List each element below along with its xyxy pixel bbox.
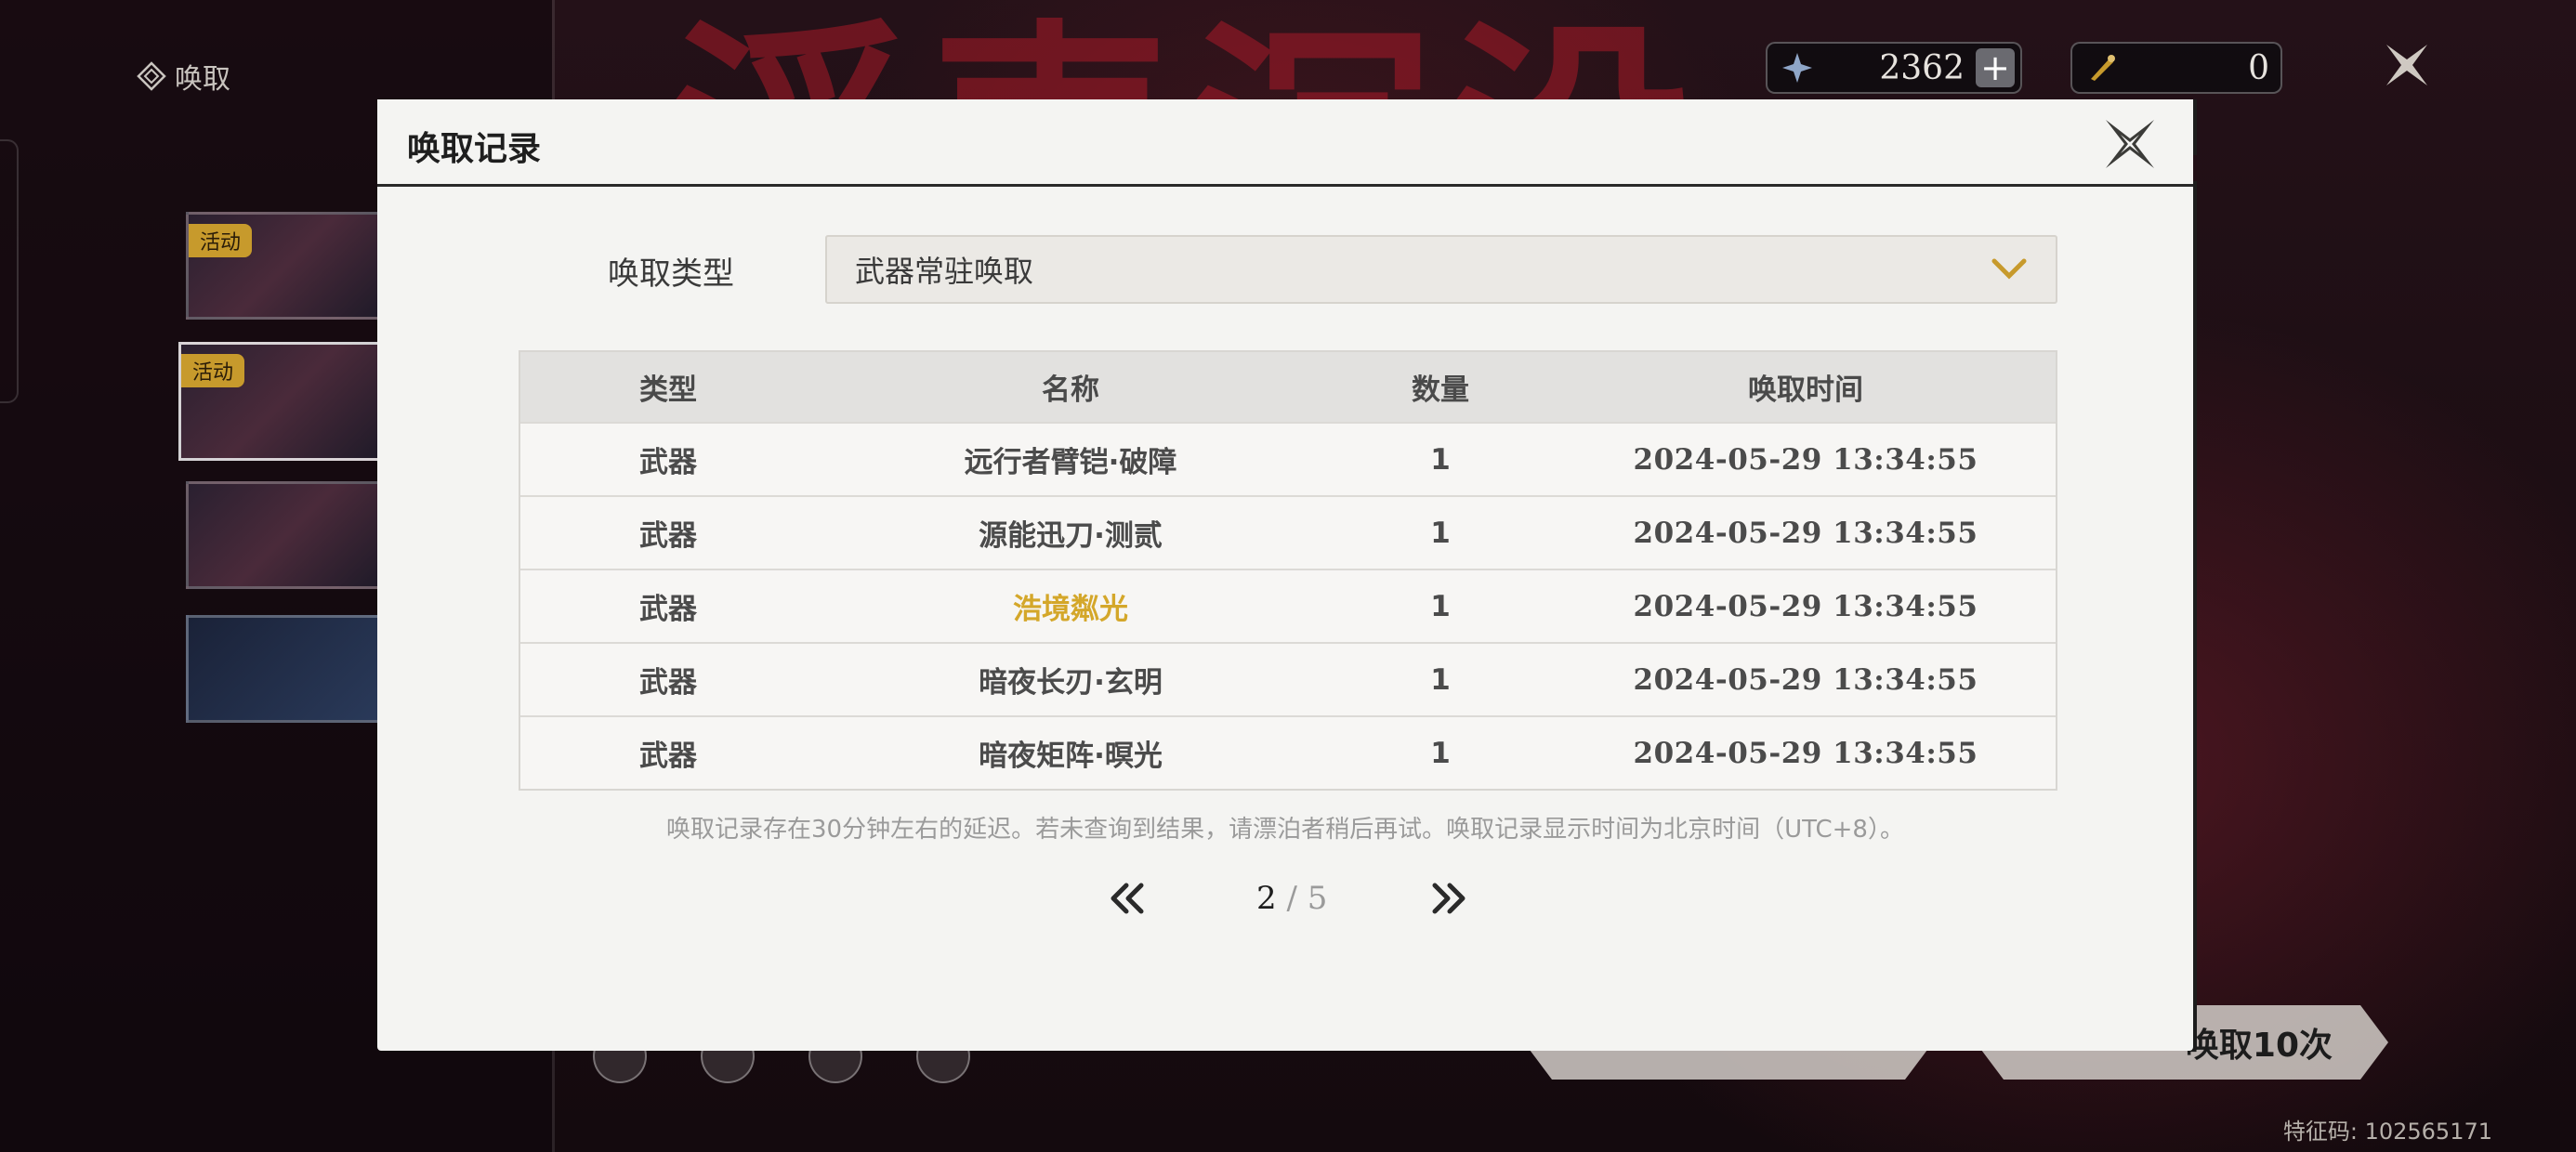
- chevron-down-icon: [1991, 258, 2027, 280]
- row-name-highlight: 浩境粼光: [1013, 593, 1128, 626]
- row-count: 1: [1430, 662, 1451, 697]
- convene-icon: [137, 61, 166, 91]
- dialog-title: 唤取记录: [407, 130, 542, 168]
- table-row: 武器 暗夜矩阵·暝光 1 2024-05-29 13:34:55: [520, 715, 2056, 789]
- astrite-value: 2362: [1879, 48, 1965, 87]
- row-name: 源能迅刀·测贰: [979, 519, 1163, 553]
- close-icon[interactable]: [2379, 37, 2435, 93]
- row-name: 远行者臂铠·破障: [964, 446, 1177, 479]
- total-pages: / 5: [1286, 880, 1328, 917]
- forging-tide-icon: [2082, 47, 2123, 88]
- table-row: 武器 暗夜长刃·玄明 1 2024-05-29 13:34:55: [520, 642, 2056, 715]
- header-time: 唤取时间: [1748, 373, 1863, 407]
- event-tag: 活动: [189, 224, 253, 257]
- row-time: 2024-05-29 13:34:55: [1633, 589, 1978, 623]
- delay-notice: 唤取记录存在30分钟左右的延迟。若未查询到结果，请漂泊者稍后再试。唤取记录显示时…: [666, 816, 1904, 844]
- row-type: 武器: [639, 666, 697, 700]
- row-type: 武器: [639, 593, 697, 626]
- banner-tab-4[interactable]: [186, 615, 387, 723]
- convene-type-value: 武器常驻唤取: [855, 254, 1034, 289]
- page-indicator: 2 / 5: [1256, 880, 1327, 917]
- convene-type-label: 唤取类型: [608, 255, 734, 293]
- row-time: 2024-05-29 13:34:55: [1633, 662, 1978, 697]
- row-time: 2024-05-29 13:34:55: [1633, 736, 1978, 770]
- row-type: 武器: [639, 740, 697, 773]
- table-header: 类型 名称 数量 唤取时间: [520, 352, 2056, 422]
- header-count: 数量: [1412, 373, 1469, 407]
- add-currency-button[interactable]: +: [1976, 47, 2015, 88]
- forging-tide-value: 0: [2248, 48, 2269, 87]
- astrite-counter: 2362 +: [1766, 42, 2022, 94]
- banner-tab-2[interactable]: 活动: [178, 342, 388, 461]
- pull-ten-label: 唤取10次: [2185, 1027, 2333, 1065]
- astrite-icon: [1777, 47, 1818, 88]
- uid-label: 特征码: 102565171: [2282, 1119, 2492, 1145]
- gacha-header: 唤取: [136, 56, 230, 97]
- row-name: 暗夜矩阵·暝光: [979, 740, 1163, 773]
- history-table: 类型 名称 数量 唤取时间 武器 远行者臂铠·破障 1 2024-05-29 1…: [519, 350, 2057, 791]
- gacha-title: 唤取: [175, 63, 230, 96]
- row-count: 1: [1430, 589, 1451, 623]
- header-type: 类型: [639, 373, 697, 407]
- pagination: 2 / 5: [377, 871, 2193, 926]
- row-name: 暗夜长刃·玄明: [979, 666, 1163, 700]
- row-count: 1: [1430, 516, 1451, 550]
- row-time: 2024-05-29 13:34:55: [1633, 442, 1978, 477]
- dialog-header: 唤取记录: [377, 99, 2193, 187]
- next-page-icon[interactable]: [1426, 876, 1470, 921]
- forging-tide-counter: 0: [2070, 42, 2282, 94]
- side-handle[interactable]: [0, 139, 19, 403]
- banner-tab-3[interactable]: [186, 481, 387, 589]
- event-tag: 活动: [181, 354, 245, 387]
- convene-type-dropdown[interactable]: 武器常驻唤取: [825, 235, 2057, 304]
- row-count: 1: [1430, 442, 1451, 477]
- row-type: 武器: [639, 519, 697, 553]
- row-time: 2024-05-29 13:34:55: [1633, 516, 1978, 550]
- banner-tab-1[interactable]: 活动: [186, 212, 387, 320]
- row-type: 武器: [639, 446, 697, 479]
- close-icon[interactable]: [2100, 114, 2160, 174]
- header-name: 名称: [1042, 373, 1099, 407]
- row-count: 1: [1430, 736, 1451, 770]
- convene-history-dialog: 唤取记录 唤取类型 武器常驻唤取 类型 名称 数量 唤取时间 武器 远行者臂铠·…: [377, 99, 2193, 1051]
- table-row: 武器 浩境粼光 1 2024-05-29 13:34:55: [520, 569, 2056, 642]
- current-page: 2: [1256, 880, 1277, 917]
- prev-page-icon[interactable]: [1106, 876, 1150, 921]
- table-row: 武器 源能迅刀·测贰 1 2024-05-29 13:34:55: [520, 495, 2056, 569]
- table-row: 武器 远行者臂铠·破障 1 2024-05-29 13:34:55: [520, 422, 2056, 495]
